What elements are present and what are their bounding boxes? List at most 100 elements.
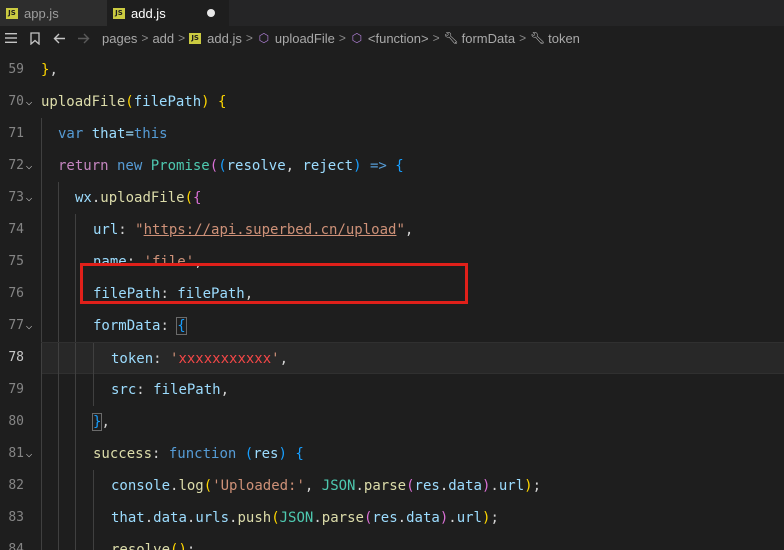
chevron-right-icon: > [338,31,346,45]
indent-guide [41,502,42,534]
code-line-content[interactable]: resolve(); [41,534,784,550]
indent-guide [41,438,42,470]
code-token: var [58,126,84,142]
code-token: uploadFile [100,190,185,206]
code-token: resolve [111,542,171,550]
code-token: ) [524,478,533,494]
url-link[interactable]: https://api.superbed.cn/upload [144,222,397,238]
chevron-right-icon: > [519,31,527,45]
code-editor[interactable]: 59 }, 70 ⌵ uploadFile(filePath) { 71 var… [0,50,784,550]
fold-chevron-icon[interactable]: ⌵ [22,182,36,214]
code-line[interactable]: 75 name: 'file', [0,246,784,278]
code-line-content[interactable]: success: function (res) { [41,438,784,470]
breadcrumb-item-add[interactable]: add [152,31,174,46]
code-text: }, [91,406,110,438]
indent-guide [75,374,76,406]
token-value: xxxxxxxxxxx [178,351,272,367]
code-line-content[interactable]: formData: { [41,310,784,342]
indent-guide [41,246,42,278]
line-number: 71 [8,126,24,141]
indent-guide [75,406,76,438]
code-token: ( [271,510,280,526]
code-text: }, [41,54,58,86]
fold-chevron-icon[interactable]: ⌵ [22,150,36,182]
code-token: ( [244,446,254,462]
code-line-content[interactable]: that.data.urls.push(JSON.parse(res.data)… [41,502,784,534]
code-line-content[interactable]: }, [41,54,784,86]
js-file-icon: JS [6,7,18,19]
code-line-content[interactable]: filePath: filePath, [41,278,784,310]
unsaved-dot-icon[interactable] [207,9,215,17]
code-line[interactable]: 70 ⌵ uploadFile(filePath) { [0,86,784,118]
code-token: ) [353,158,362,174]
breadcrumb-item-add-js[interactable]: JS add.js [189,31,242,46]
code-token: , [49,62,58,78]
code-token: ; [490,510,499,526]
breadcrumb-item-formdata[interactable]: 🔧︎ formData [444,31,515,46]
code-line[interactable]: 71 var that=this [0,118,784,150]
tab-app-js[interactable]: JS app.js [0,0,107,26]
code-token: 'Uploaded:' [212,478,305,494]
breadcrumb-item-uploadfile[interactable]: ⬡ uploadFile [257,31,335,46]
code-token: that [111,510,145,526]
code-line[interactable]: 79 src: filePath, [0,374,784,406]
indent-guide [75,278,76,310]
code-line[interactable]: 81 ⌵ success: function (res) { [0,438,784,470]
code-line-content[interactable]: token: 'xxxxxxxxxxx', [41,342,784,375]
line-number: 78 [8,350,24,365]
indent-guide [75,438,76,470]
code-line[interactable]: 74 url: "https://api.superbed.cn/upload"… [0,214,784,246]
code-token: data [153,510,187,526]
code-text: name: 'file', [93,246,203,278]
code-line[interactable]: 83 that.data.urls.push(JSON.parse(res.da… [0,502,784,534]
code-line-current[interactable]: 78 token: 'xxxxxxxxxxx', [0,342,784,375]
breadcrumb-item-pages[interactable]: pages [102,31,137,46]
method-cube-icon: ⬡ [258,31,270,45]
line-number: 72 [8,158,24,173]
bookmark-icon[interactable] [26,28,44,48]
code-line[interactable]: 73 ⌵ wx.uploadFile({ [0,182,784,214]
code-line-content[interactable]: return new Promise((resolve, reject) => … [41,150,784,182]
code-line[interactable]: 59 }, [0,54,784,86]
code-token: . [448,510,457,526]
code-token: push [237,510,272,526]
fold-chevron-icon[interactable]: ⌵ [22,438,36,470]
code-token: ; [532,478,542,494]
code-line[interactable]: 77 ⌵ formData: { [0,310,784,342]
code-line-content[interactable]: console.log('Uploaded:', JSON.parse(res.… [41,470,784,502]
code-token: wx [75,190,92,206]
indent-guide [58,502,59,534]
code-line[interactable]: 80 }, [0,406,784,438]
code-line[interactable]: 72 ⌵ return new Promise((resolve, reject… [0,150,784,182]
indent-guide [41,214,42,246]
code-line-content[interactable]: url: "https://api.superbed.cn/upload", [41,214,784,246]
code-line-content[interactable]: var that=this [41,118,784,150]
breadcrumb-label: uploadFile [274,30,335,46]
breadcrumb-item-token[interactable]: 🔧︎ token [530,31,580,46]
code-token: , [285,158,303,174]
code-token: , [244,286,254,302]
tab-add-js[interactable]: JS add.js [107,0,229,26]
fold-chevron-icon[interactable]: ⌵ [22,86,36,118]
code-token: , [101,414,110,430]
back-arrow-icon[interactable] [50,28,68,48]
code-line-content[interactable]: wx.uploadFile({ [41,182,784,214]
code-token: " [135,222,144,238]
code-line-content[interactable]: uploadFile(filePath) { [41,86,784,118]
indent-guide [41,534,42,550]
code-line[interactable]: 82 console.log('Uploaded:', JSON.parse(r… [0,470,784,502]
code-token: . [144,510,154,526]
fold-chevron-icon[interactable]: ⌵ [22,310,36,342]
code-line[interactable]: 76 filePath: filePath, [0,278,784,310]
code-token: : [160,318,178,334]
code-line[interactable]: 84 resolve(); [0,534,784,550]
code-token: , [279,351,289,367]
code-line-content[interactable]: src: filePath, [41,374,784,406]
code-line-content[interactable]: name: 'file', [41,246,784,278]
indent-guide [41,374,42,406]
breadcrumb-item-function[interactable]: ⬡ <function> [350,31,429,46]
code-line-content[interactable]: }, [41,406,784,438]
forward-arrow-icon[interactable] [74,28,92,48]
menu-icon[interactable] [2,28,20,48]
